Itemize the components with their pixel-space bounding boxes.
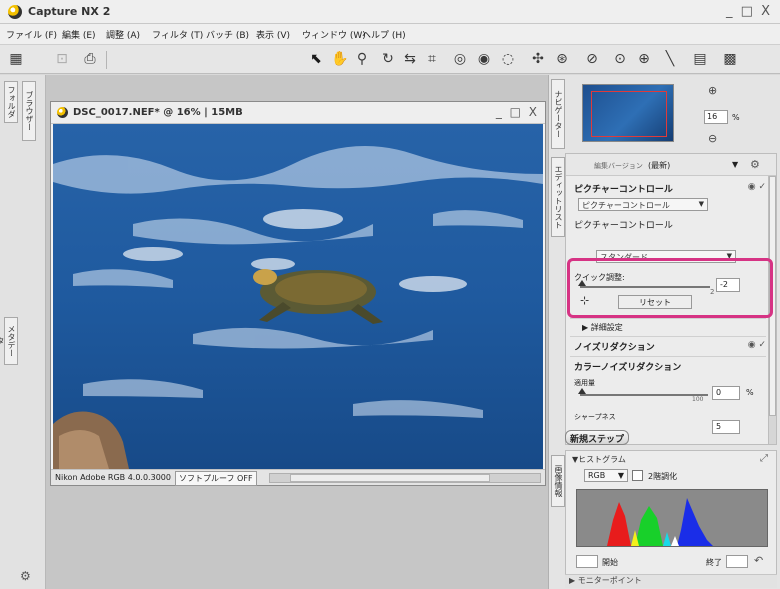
gear-icon[interactable]: ⚙: [20, 569, 31, 583]
zoom-unit: %: [732, 113, 740, 122]
menu-edit[interactable]: 編集 (E): [62, 28, 96, 41]
new-step-button[interactable]: 新規ステップ: [565, 430, 629, 445]
noise-reduction-title: ノイズリダクション: [574, 343, 655, 353]
channel-select[interactable]: RGB ▼: [584, 469, 628, 482]
zoom-input[interactable]: 16: [704, 110, 728, 124]
undo-icon[interactable]: ↶: [754, 554, 763, 567]
gear-icon[interactable]: ⚙: [750, 158, 760, 171]
image-window-titlebar[interactable]: DSC_0017.NEF* @ 16% | 15MB _ □ X: [51, 102, 545, 124]
app-title: Capture NX 2: [28, 5, 111, 18]
window-controls[interactable]: _ □ X: [726, 4, 772, 19]
version-label: 編集バージョン: [594, 162, 643, 170]
picture-control-label: ピクチャーコントロール: [574, 221, 673, 231]
picture-control-title: ピクチャーコントロール: [574, 185, 673, 195]
edit-list-header: 編集バージョン (最新) ▼ ⚙: [566, 154, 776, 176]
menu-adjust[interactable]: 調整 (A): [106, 28, 140, 41]
tab-image-info[interactable]: 画像情報: [551, 455, 565, 507]
fill-tool-icon[interactable]: ▩: [720, 49, 740, 69]
black-point-icon[interactable]: ◌: [498, 49, 518, 69]
direct-select-tool-icon[interactable]: ⬉: [306, 49, 326, 69]
horizontal-scrollbar[interactable]: [269, 473, 541, 483]
image-window-icon: [57, 107, 68, 118]
sharpness-input[interactable]: 5: [712, 420, 740, 434]
tab-edit-list[interactable]: エディットリスト: [551, 157, 565, 237]
scroll-thumb[interactable]: [290, 474, 490, 482]
zoom-out-icon[interactable]: ⊖: [708, 132, 717, 145]
crop-icon[interactable]: ⌗: [422, 49, 442, 69]
tab-metadata[interactable]: メタデータ: [0, 317, 18, 365]
zoom-in-icon[interactable]: ⊕: [708, 84, 717, 97]
straighten-icon[interactable]: ⇆: [400, 49, 420, 69]
menu-window[interactable]: ウィンドウ (W): [302, 28, 366, 41]
expand-icon[interactable]: ⤢: [760, 453, 768, 464]
navigator-panel: ⊕ 16 % ⊖: [570, 78, 774, 150]
picture-control-select[interactable]: ピクチャーコントロール ▼: [578, 198, 708, 211]
print-icon[interactable]: ⎙: [80, 49, 100, 69]
apply-amount-slider[interactable]: [580, 394, 708, 396]
image-status-bar: Nikon Adobe RGB 4.0.0.3000 ソフトプルーフ OFF: [51, 469, 545, 486]
histogram-start-input[interactable]: [576, 555, 598, 568]
image-window-title: DSC_0017.NEF* @ 16% | 15MB: [73, 107, 243, 118]
histogram-graph: [576, 489, 768, 547]
toolbar: ▦ ⊡ ⎙ ⬉ ✋ ⚲ ↻ ⇆ ⌗ ◎ ◉ ◌ ✣ ⊛ ⊘ ⊙ ⊕ ╲ ▤ ▩: [0, 44, 780, 74]
histogram-start-label: 開始: [602, 558, 618, 567]
auto-retouch-icon[interactable]: ◉: [474, 49, 494, 69]
histogram-end-label: 終了: [706, 558, 722, 567]
version-select[interactable]: (最新): [648, 160, 670, 171]
workspace-icon[interactable]: ▦: [6, 49, 26, 69]
white-point-icon[interactable]: ⊛: [552, 49, 572, 69]
monitor-point-toggle[interactable]: ▶ モニターポイント: [565, 574, 777, 588]
left-palette-strip: フォルダ ブラウザー メタデータ ⚙: [0, 75, 46, 589]
histogram-panel: ▼ヒストグラム ⤢ RGB ▼ 2階調化 開始 終了 ↶: [565, 450, 777, 582]
tab-navigator[interactable]: ナビゲーター: [551, 79, 565, 149]
browser-icon[interactable]: ⊡: [52, 49, 72, 69]
quick-adjust-highlight: [567, 258, 773, 318]
lasso-icon[interactable]: ⊘: [582, 49, 602, 69]
softproof-toggle[interactable]: ソフトプルーフ OFF: [175, 471, 257, 486]
apply-amount-input[interactable]: 0: [712, 386, 740, 400]
histogram-title[interactable]: ▼ヒストグラム: [572, 454, 626, 465]
line-brush-icon[interactable]: ╲: [660, 49, 680, 69]
color-control-point-icon[interactable]: ⊙: [610, 49, 630, 69]
menu-filter[interactable]: フィルタ (T): [152, 28, 203, 41]
menu-bar: ファイル (F) 編集 (E) 調整 (A) フィルタ (T) バッチ (B) …: [0, 24, 780, 44]
apply-amount-unit: %: [746, 388, 754, 397]
histogram-end-input[interactable]: [726, 555, 748, 568]
apply-amount-label: 適用量: [574, 379, 595, 387]
hand-tool-icon[interactable]: ✋: [330, 49, 350, 69]
image-window: DSC_0017.NEF* @ 16% | 15MB _ □ X Nikon A…: [50, 101, 546, 486]
menu-help[interactable]: ヘルプ (H): [362, 28, 406, 41]
advanced-settings-toggle[interactable]: ▶ 詳細設定: [582, 322, 623, 333]
menu-batch[interactable]: バッチ (B): [206, 28, 249, 41]
navigator-thumbnail[interactable]: [582, 84, 674, 142]
posterize-label: 2階調化: [648, 472, 678, 481]
title-bar: Capture NX 2 _ □ X: [0, 0, 780, 24]
rotate-icon[interactable]: ↻: [378, 49, 398, 69]
selection-brush-icon[interactable]: ▤: [690, 49, 710, 69]
color-noise-reduction-title: カラーノイズリダクション: [574, 363, 682, 373]
color-profile-label: Nikon Adobe RGB 4.0.0.3000: [55, 473, 171, 482]
menu-file[interactable]: ファイル (F): [6, 28, 57, 41]
image-window-controls[interactable]: _ □ X: [496, 105, 539, 119]
apply-amount-knob[interactable]: [578, 388, 586, 394]
red-eye-icon[interactable]: ◎: [450, 49, 470, 69]
apply-amount-max: 100: [692, 396, 704, 403]
menu-view[interactable]: 表示 (V): [256, 28, 290, 41]
sharpness-label: シャープネス: [574, 413, 616, 421]
navigator-view-frame[interactable]: [591, 91, 667, 137]
zoom-tool-icon[interactable]: ⚲: [352, 49, 372, 69]
tab-browser[interactable]: ブラウザー: [22, 81, 36, 141]
red-eye-point-icon[interactable]: ⊕: [634, 49, 654, 69]
photo-canvas[interactable]: [53, 124, 543, 469]
neutral-point-icon[interactable]: ✣: [528, 49, 548, 69]
step-visibility-icon[interactable]: ◉ ✓: [748, 182, 766, 192]
chevron-down-icon[interactable]: ▼: [732, 160, 738, 169]
posterize-checkbox[interactable]: [632, 470, 643, 481]
tab-folder[interactable]: フォルダ: [4, 81, 18, 123]
app-logo-icon: [8, 5, 22, 19]
noise-visibility-icon[interactable]: ◉ ✓: [748, 340, 766, 350]
